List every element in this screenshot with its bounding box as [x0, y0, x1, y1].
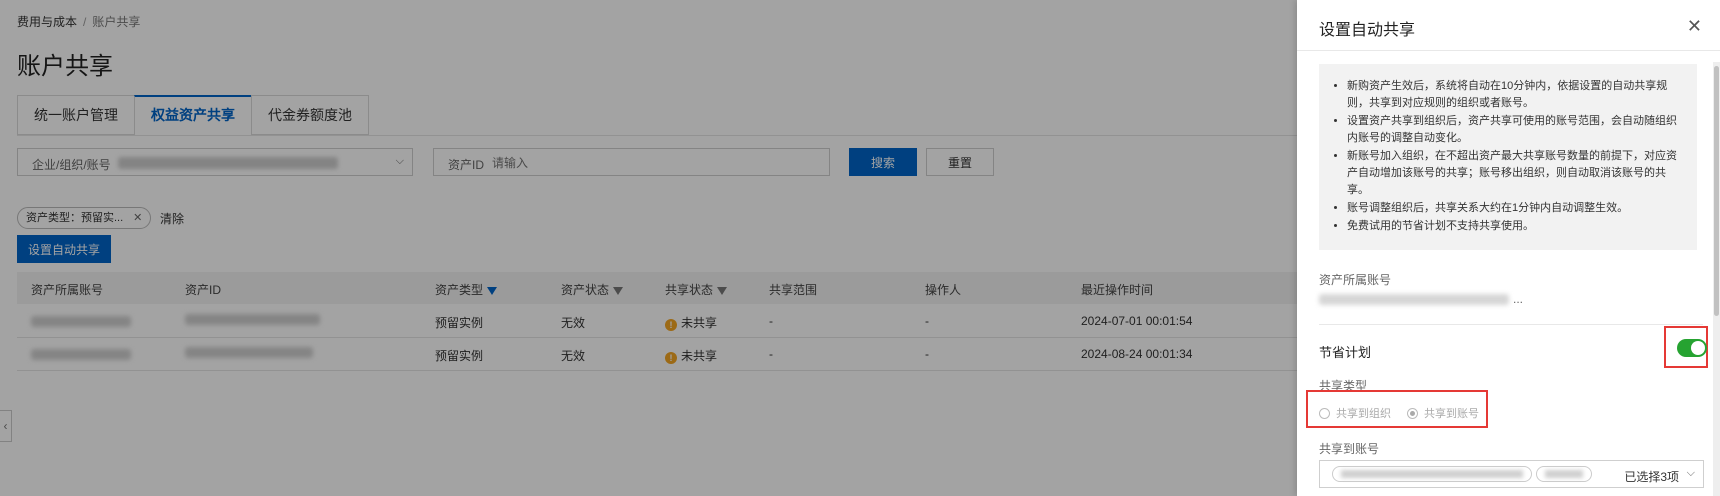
- scrollbar-thumb[interactable]: [1714, 66, 1719, 316]
- selected-account-tag[interactable]: [1536, 466, 1592, 482]
- notice-item: 账号调整组织后，共享关系大约在1分钟内自动调整生效。: [1347, 200, 1685, 217]
- chevron-down-icon: ⌵: [1686, 467, 1695, 479]
- redacted-owner-account: [1319, 294, 1509, 305]
- section-divider: [1319, 324, 1703, 325]
- highlight-frame-share-type: [1306, 390, 1488, 428]
- share-account-label: 共享到账号: [1319, 442, 1380, 456]
- drawer-divider: [1297, 50, 1720, 51]
- owner-account-label: 资产所属账号: [1319, 273, 1392, 287]
- savings-plan-label: 节省计划: [1319, 345, 1372, 360]
- close-icon[interactable]: ✕: [1687, 16, 1702, 37]
- savings-plan-toggle[interactable]: [1677, 339, 1707, 357]
- modal-overlay[interactable]: [0, 0, 1297, 496]
- selected-account-tag[interactable]: [1332, 466, 1532, 482]
- drawer-title: 设置自动共享: [1319, 22, 1416, 39]
- toggle-knob: [1691, 341, 1705, 355]
- notice-box: 新购资产生效后，系统将自动在10分钟内，依据设置的自动共享规则，共享到对应规则的…: [1319, 64, 1697, 250]
- notice-item: 设置资产共享到组织后，资产共享可使用的账号范围，会自动随组织内账号的调整自动变化…: [1347, 113, 1685, 147]
- owner-account-ellipsis: ...: [1513, 292, 1524, 306]
- notice-item: 新账号加入组织，在不超出资产最大共享账号数量的前提下，对应资产自动增加该账号的共…: [1347, 148, 1685, 199]
- notice-item: 新购资产生效后，系统将自动在10分钟内，依据设置的自动共享规则，共享到对应规则的…: [1347, 78, 1685, 112]
- share-account-select[interactable]: 已选择3项 ⌵: [1319, 460, 1704, 488]
- drawer-scrollbar[interactable]: [1713, 62, 1720, 496]
- notice-item: 免费试用的节省计划不支持共享使用。: [1347, 218, 1685, 235]
- selected-count: 已选择3项: [1624, 470, 1679, 484]
